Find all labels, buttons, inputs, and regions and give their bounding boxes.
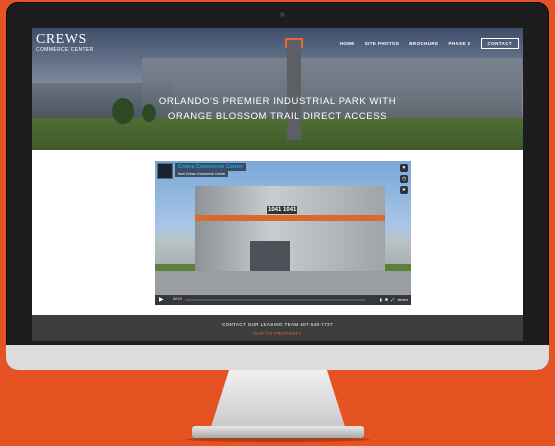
hero-headline-line1: ORLANDO'S PREMIER INDUSTRIAL PARK WITH (158, 96, 397, 107)
play-icon[interactable]: ▶ (159, 296, 169, 304)
main-nav: HOME SITE PHOTOS BROCHURE PHASE 2 CONTAC… (340, 38, 519, 49)
site-logo[interactable]: CREWS COMMERCE CENTER (36, 32, 94, 54)
monitor-chin (6, 345, 549, 370)
footer-map-link[interactable]: MAP TO PROPERTY (32, 331, 523, 336)
video-control-icons: ▮ ✱ ⤢ vimeo (380, 296, 408, 304)
monitor-base (192, 426, 364, 438)
video-building-stripe (195, 215, 385, 221)
hero-headline: ORLANDO'S PREMIER INDUSTRIAL PARK WITH O… (32, 94, 523, 124)
video-channel-logo[interactable] (157, 163, 173, 179)
nav-site-photos[interactable]: SITE PHOTOS (365, 41, 400, 46)
video-controls-bar: ▶ 02:10 ▮ ✱ ⤢ vimeo (155, 295, 411, 305)
video-side-actions: ♥ ◷ ➤ (400, 164, 408, 194)
video-subtitle[interactable]: from Crews Commerce Center (175, 171, 229, 177)
fullscreen-icon[interactable]: ⤢ (391, 296, 394, 304)
logo-sub: COMMERCE CENTER (36, 47, 94, 53)
camera-icon (280, 12, 285, 17)
monitor-stand (210, 370, 346, 430)
volume-icon[interactable]: ▮ (380, 296, 382, 304)
hero-headline-line2: ORANGE BLOSSOM TRAIL DIRECT ACCESS (167, 111, 388, 122)
logo-name: CREWS (36, 32, 87, 47)
nav-home[interactable]: HOME (340, 41, 355, 46)
nav-phase-2[interactable]: PHASE 2 (448, 41, 470, 46)
clock-icon[interactable]: ◷ (400, 175, 408, 183)
screen: CREWS COMMERCE CENTER HOME SITE PHOTOS B… (32, 28, 523, 341)
video-title[interactable]: Crews Commerce Center (175, 163, 247, 171)
site-footer: CONTACT OUR LEASING TEAM 407-540-7727 MA… (32, 315, 523, 341)
video-building (195, 186, 385, 281)
video-player[interactable]: 1041 1041 Crews Commerce Center from Cre… (155, 161, 411, 305)
footer-contact-text: CONTACT OUR LEASING TEAM 407-540-7727 (221, 322, 334, 327)
video-time: 02:10 (172, 296, 183, 301)
video-building-sign: 1041 1041 (267, 206, 298, 214)
video-progress-bar[interactable] (185, 299, 365, 301)
heart-icon[interactable]: ♥ (400, 164, 408, 172)
settings-icon[interactable]: ✱ (385, 296, 388, 304)
share-icon[interactable]: ➤ (400, 186, 408, 194)
hero-sign (287, 40, 301, 140)
hero-banner: CREWS COMMERCE CENTER HOME SITE PHOTOS B… (32, 28, 523, 150)
nav-contact-button[interactable]: CONTACT (480, 38, 519, 49)
nav-brochure[interactable]: BROCHURE (409, 41, 438, 46)
vimeo-brand[interactable]: vimeo (397, 296, 408, 304)
